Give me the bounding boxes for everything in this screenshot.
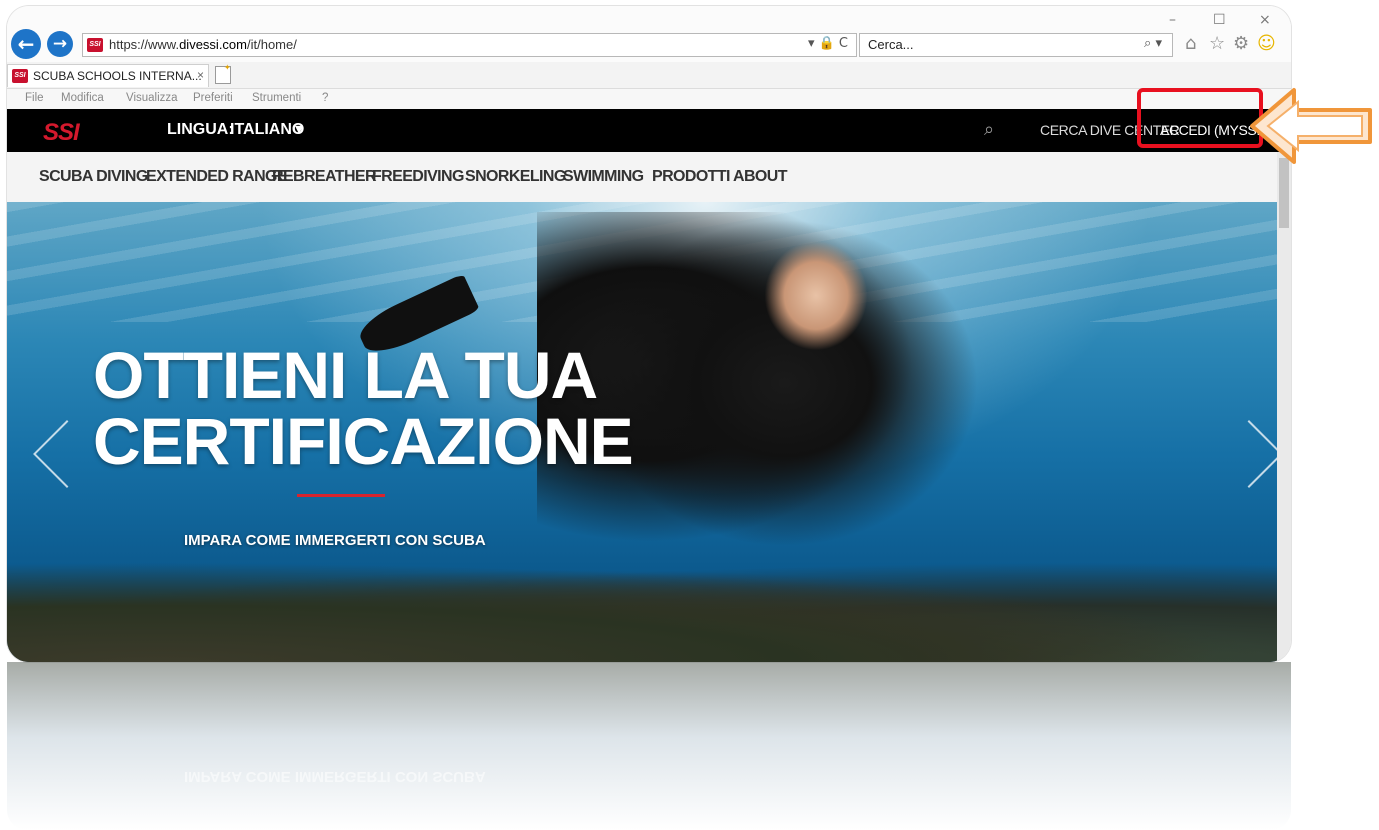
- menu-item-file[interactable]: File: [25, 92, 44, 104]
- menu-item-visualizza[interactable]: Visualizza: [126, 92, 178, 104]
- tab-close-icon[interactable]: ×: [197, 68, 204, 82]
- reflected-subheadline: IMPARA COME IMMERGERTI CON SCUBA: [184, 768, 486, 785]
- hero-banner[interactable]: OTTIENI LA TUA CERTIFICAZIONE IMPARA COM…: [7, 202, 1277, 662]
- minimize-button[interactable]: –: [1169, 12, 1176, 28]
- site-favicon-icon: SSI: [87, 38, 103, 52]
- main-navigation: SCUBA DIVING EXTENDED RANGE REBREATHER F…: [7, 152, 1277, 202]
- nav-item-extended-range[interactable]: EXTENDED RANGE: [146, 168, 288, 186]
- login-highlight-box: [1137, 88, 1263, 148]
- search-icon[interactable]: ⌕: [984, 119, 994, 140]
- site-header: SSI LINGUA: ITALIANO ▾ ⌕ CERCA DIVE CENT…: [7, 109, 1291, 152]
- browser-tab[interactable]: SSI SCUBA SCHOOLS INTERNA... ×: [7, 64, 209, 87]
- back-arrow-icon[interactable]: ←: [11, 29, 41, 59]
- carousel-prev-icon[interactable]: [33, 420, 101, 488]
- chevron-down-icon[interactable]: ▾: [295, 119, 303, 138]
- browser-window: ← → SSI https://www.divessi.com/it/home/…: [7, 6, 1291, 662]
- hero-subheadline[interactable]: IMPARA COME IMMERGERTI CON SCUBA: [184, 532, 486, 549]
- menu-item-preferiti[interactable]: Preferiti: [193, 92, 233, 104]
- nav-item-scuba-diving[interactable]: SCUBA DIVING: [39, 168, 148, 186]
- nav-item-about[interactable]: ABOUT: [733, 168, 787, 186]
- menu-item-modifica[interactable]: Modifica: [61, 92, 104, 104]
- language-label: LINGUA:: [167, 121, 234, 138]
- search-icon[interactable]: ⌕ ▾: [1144, 36, 1162, 51]
- home-icon[interactable]: ⌂: [1185, 33, 1196, 54]
- hero-headline-line1: OTTIENI LA TUA: [93, 338, 598, 412]
- tab-strip: SSI SCUBA SCHOOLS INTERNA... × ✦: [7, 62, 1291, 89]
- url-domain: divessi.com: [179, 37, 247, 52]
- favorites-star-icon[interactable]: ☆: [1209, 33, 1225, 54]
- maximize-button[interactable]: ☐: [1213, 12, 1226, 28]
- address-bar-row: ← → SSI https://www.divessi.com/it/home/…: [7, 6, 1291, 62]
- tab-title: SCUBA SCHOOLS INTERNA...: [33, 69, 202, 83]
- nav-item-snorkeling[interactable]: SNORKELING: [465, 168, 566, 186]
- lock-refresh-icon[interactable]: ▾ 🔒 C: [808, 36, 848, 51]
- url-prefix: https://www.: [109, 37, 180, 52]
- smiley-feedback-icon[interactable]: ☺: [1257, 33, 1276, 54]
- settings-gear-icon[interactable]: ⚙: [1233, 33, 1249, 54]
- tab-favicon-icon: SSI: [12, 69, 28, 83]
- ssi-logo[interactable]: SSI: [43, 119, 80, 147]
- browser-search-box[interactable]: Cerca... ⌕ ▾: [859, 33, 1173, 57]
- nav-item-freediving[interactable]: FREEDIVING: [372, 168, 464, 186]
- close-button[interactable]: ×: [1259, 12, 1271, 28]
- page-scrollbar[interactable]: [1277, 152, 1291, 662]
- new-tab-icon[interactable]: ✦: [215, 63, 231, 84]
- menu-item-help[interactable]: ?: [322, 92, 328, 104]
- menu-item-strumenti[interactable]: Strumenti: [252, 92, 301, 104]
- page-reflection: IMPARA COME IMMERGERTI CON SCUBA: [7, 662, 1291, 830]
- nav-item-rebreather[interactable]: REBREATHER: [272, 168, 377, 186]
- url-text[interactable]: https://www.divessi.com/it/home/: [109, 37, 297, 52]
- headline-divider: [297, 494, 385, 497]
- nav-item-prodotti[interactable]: PRODOTTI: [652, 168, 730, 186]
- address-bar[interactable]: SSI https://www.divessi.com/it/home/ ▾ 🔒…: [82, 33, 857, 57]
- url-path: /it/home/: [247, 37, 297, 52]
- carousel-next-icon[interactable]: [1215, 420, 1277, 488]
- scrollbar-thumb[interactable]: [1279, 158, 1289, 228]
- menu-bar: File Modifica Visualizza Preferiti Strum…: [7, 89, 1291, 109]
- hero-headline-line2: CERTIFICAZIONE: [93, 404, 634, 478]
- search-input[interactable]: Cerca...: [868, 37, 914, 52]
- nav-item-swimming[interactable]: SWIMMING: [563, 168, 644, 186]
- callout-arrow-icon: [1250, 88, 1372, 164]
- language-selector[interactable]: ITALIANO: [230, 121, 304, 139]
- hero-headline: OTTIENI LA TUA CERTIFICAZIONE: [93, 338, 634, 478]
- forward-arrow-icon[interactable]: →: [47, 31, 73, 57]
